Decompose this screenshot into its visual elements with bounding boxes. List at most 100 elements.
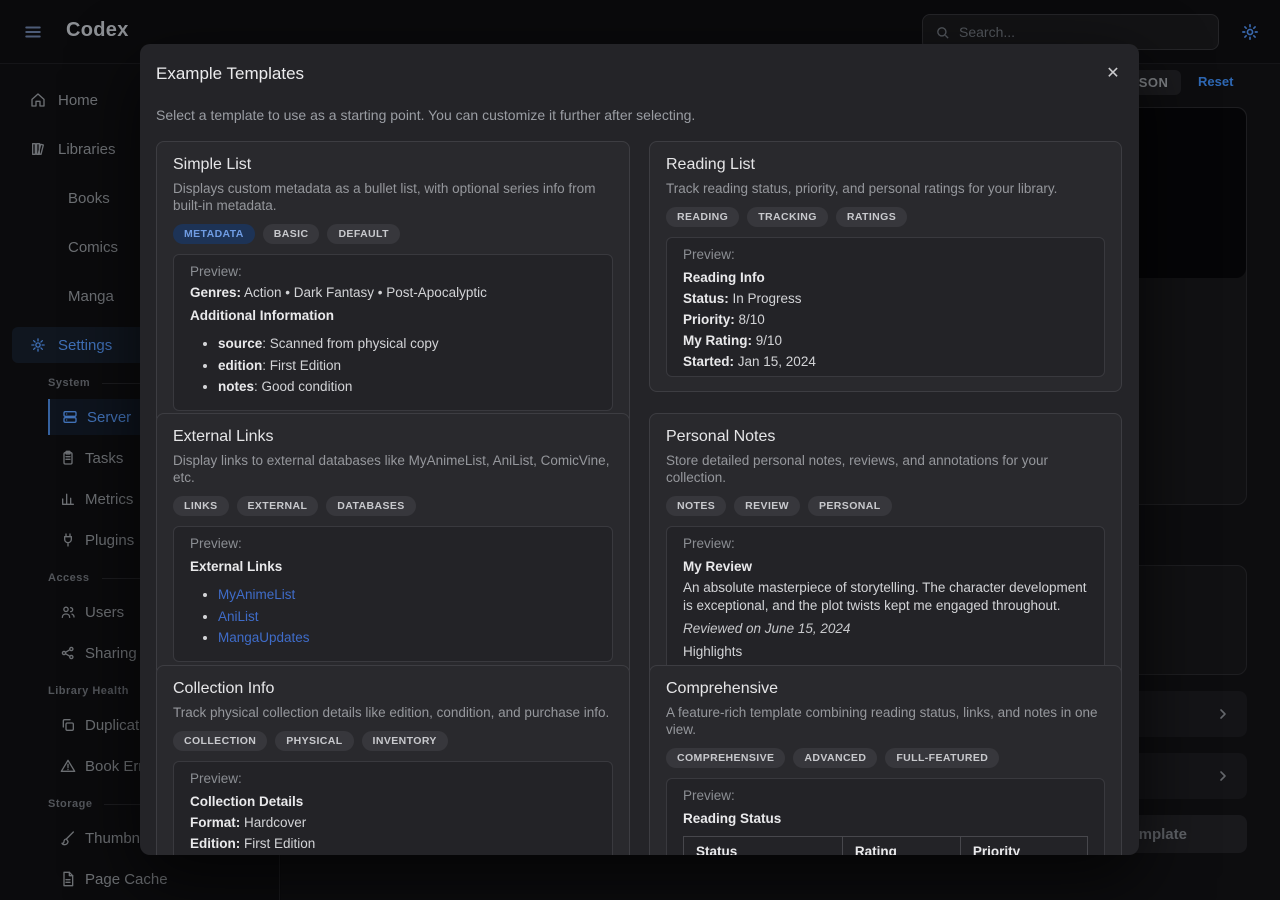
- external-link[interactable]: AniList: [218, 609, 259, 624]
- external-link[interactable]: MyAnimeList: [218, 587, 295, 602]
- template-description: A feature-rich template combining readin…: [666, 704, 1105, 738]
- tag-badge: REVIEW: [734, 496, 800, 516]
- plug-icon: [60, 532, 76, 548]
- template-tags: METADATABASICDEFAULT: [173, 224, 613, 244]
- theme-toggle-sun-icon[interactable]: [1241, 23, 1259, 41]
- tag-badge: PHYSICAL: [275, 731, 353, 751]
- tag-badge: READING: [666, 207, 739, 227]
- preview-field: Notes:: [683, 373, 1088, 377]
- sidebar-item-page-cache[interactable]: Page Cache: [48, 861, 267, 897]
- tag-badge: FULL-FEATURED: [885, 748, 999, 768]
- preview-field: My Rating: 9/10: [683, 331, 1088, 350]
- preview-heading: Reading Info: [683, 268, 1088, 287]
- sidebar-item-label: Tasks: [85, 450, 123, 467]
- modal-subtitle: Select a template to use as a starting p…: [156, 107, 695, 123]
- users-icon: [60, 604, 76, 620]
- reset-button[interactable]: Reset: [1198, 74, 1233, 89]
- modal-close-icon[interactable]: ✕: [1103, 64, 1123, 84]
- template-card-collection-info[interactable]: Collection Info Track physical collection…: [156, 665, 630, 855]
- preview-italic-note: Reviewed on June 15, 2024: [683, 619, 1088, 638]
- app-title: Codex: [66, 19, 129, 42]
- template-name: Simple List: [173, 156, 613, 174]
- preview-link-item: AniList: [218, 608, 596, 626]
- template-tags: LINKSEXTERNALDATABASES: [173, 496, 613, 516]
- sidebar-item-label: Users: [85, 604, 124, 621]
- sidebar-item-label: Sharing: [85, 645, 137, 662]
- server-icon: [62, 409, 78, 425]
- preview-label: Preview:: [190, 263, 596, 281]
- table-header-cell: Priority: [960, 837, 1087, 856]
- template-preview: Preview:My ReviewAn absolute masterpiece…: [666, 526, 1105, 674]
- sidebar-item-label: Server: [87, 409, 131, 426]
- tag-badge: NOTES: [666, 496, 726, 516]
- sidebar-item-label: Settings: [58, 337, 112, 354]
- preview-field: Edition: First Edition: [190, 834, 596, 853]
- template-card-external-links[interactable]: External Links Display links to external …: [156, 413, 630, 677]
- preview-label: Preview:: [190, 535, 596, 553]
- template-tags: READING TRACKING RATINGS: [666, 207, 1105, 227]
- template-name: External Links: [173, 428, 613, 446]
- template-card-simple-list[interactable]: Simple List Displays custom metadata as a…: [156, 141, 630, 426]
- preview-paragraph: An absolute masterpiece of storytelling.…: [683, 579, 1088, 615]
- preview-bullet: source: Scanned from physical copy: [218, 335, 596, 353]
- preview-heading: Reading Status: [683, 809, 1088, 828]
- tag-badge: BASIC: [263, 224, 320, 244]
- template-name: Reading List: [666, 156, 1105, 174]
- tag-badge: RATINGS: [836, 207, 907, 227]
- preview-label: Preview:: [683, 246, 1088, 264]
- template-name: Collection Info: [173, 680, 613, 698]
- chevron-right-icon: [1215, 768, 1231, 784]
- file-icon: [60, 871, 76, 887]
- preview-link-item: MyAnimeList: [218, 586, 596, 604]
- preview-bullet-list: source: Scanned from physical copy editio…: [190, 335, 596, 396]
- template-card-personal-notes[interactable]: Personal NotesStore detailed personal no…: [649, 413, 1122, 689]
- template-tags: COMPREHENSIVEADVANCEDFULL-FEATURED: [666, 748, 1105, 768]
- preview-heading: Collection Details: [190, 792, 596, 811]
- template-card-comprehensive[interactable]: Comprehensive A feature-rich template com…: [649, 665, 1122, 855]
- hamburger-icon[interactable]: [24, 23, 42, 41]
- sidebar-item-label: Metrics: [85, 491, 133, 508]
- sidebar-item-label: Libraries: [58, 141, 116, 158]
- preview-label: Preview:: [190, 770, 596, 788]
- template-description: Displays custom metadata as a bullet lis…: [173, 180, 613, 214]
- template-description: Track physical collection details like e…: [173, 704, 613, 721]
- preview-label: Preview:: [683, 535, 1088, 553]
- tag-badge: INVENTORY: [362, 731, 448, 751]
- preview-field: Genres: Action • Dark Fantasy • Post-Apo…: [190, 283, 596, 302]
- share-icon: [60, 645, 76, 661]
- clipboard-icon: [60, 450, 76, 466]
- table-header-cell: Status: [684, 837, 843, 856]
- library-icon: [30, 141, 46, 157]
- external-link[interactable]: MangaUpdates: [218, 630, 310, 645]
- template-description: Track reading status, priority, and pers…: [666, 180, 1105, 197]
- preview-field: Priority: 8/10: [683, 310, 1088, 329]
- template-tags: COLLECTIONPHYSICALINVENTORY: [173, 731, 613, 751]
- modal-title: Example Templates: [156, 64, 304, 84]
- tag-badge: LINKS: [173, 496, 229, 516]
- tag-badge: DEFAULT: [327, 224, 399, 244]
- preview-bullet: edition: First Edition: [218, 357, 596, 375]
- preview-field: Status: In Progress: [683, 289, 1088, 308]
- template-preview: Preview: Collection Details Format: Hardco…: [173, 761, 613, 855]
- tag-badge: COMPREHENSIVE: [666, 748, 785, 768]
- sidebar-item-label: Books: [68, 190, 110, 207]
- tag-badge: DATABASES: [326, 496, 415, 516]
- copy-icon: [60, 717, 76, 733]
- preview-bullet: notes: Good condition: [218, 378, 596, 396]
- sidebar-item-label: Plugins: [85, 532, 134, 549]
- chevron-right-icon: [1215, 706, 1231, 722]
- preview-table: StatusRatingPriorityCompleted9/1010: [683, 836, 1088, 855]
- template-name: Comprehensive: [666, 680, 1105, 698]
- brush-icon: [60, 830, 76, 846]
- preview-text: Highlights: [683, 642, 1088, 661]
- template-preview: Preview: Reading Info Status: In Progress P…: [666, 237, 1105, 377]
- sidebar-item-label: Comics: [68, 239, 118, 256]
- tag-badge: TRACKING: [747, 207, 828, 227]
- search-icon: [935, 25, 950, 40]
- template-description: Display links to external databases like…: [173, 452, 613, 486]
- preview-field: Format: Hardcover: [190, 813, 596, 832]
- sidebar-item-label: Page Cache: [85, 871, 168, 888]
- example-templates-modal: Example Templates ✕ Select a template to…: [140, 44, 1139, 855]
- preview-heading: External Links: [190, 557, 596, 576]
- template-card-reading-list[interactable]: Reading List Track reading status, priori…: [649, 141, 1122, 392]
